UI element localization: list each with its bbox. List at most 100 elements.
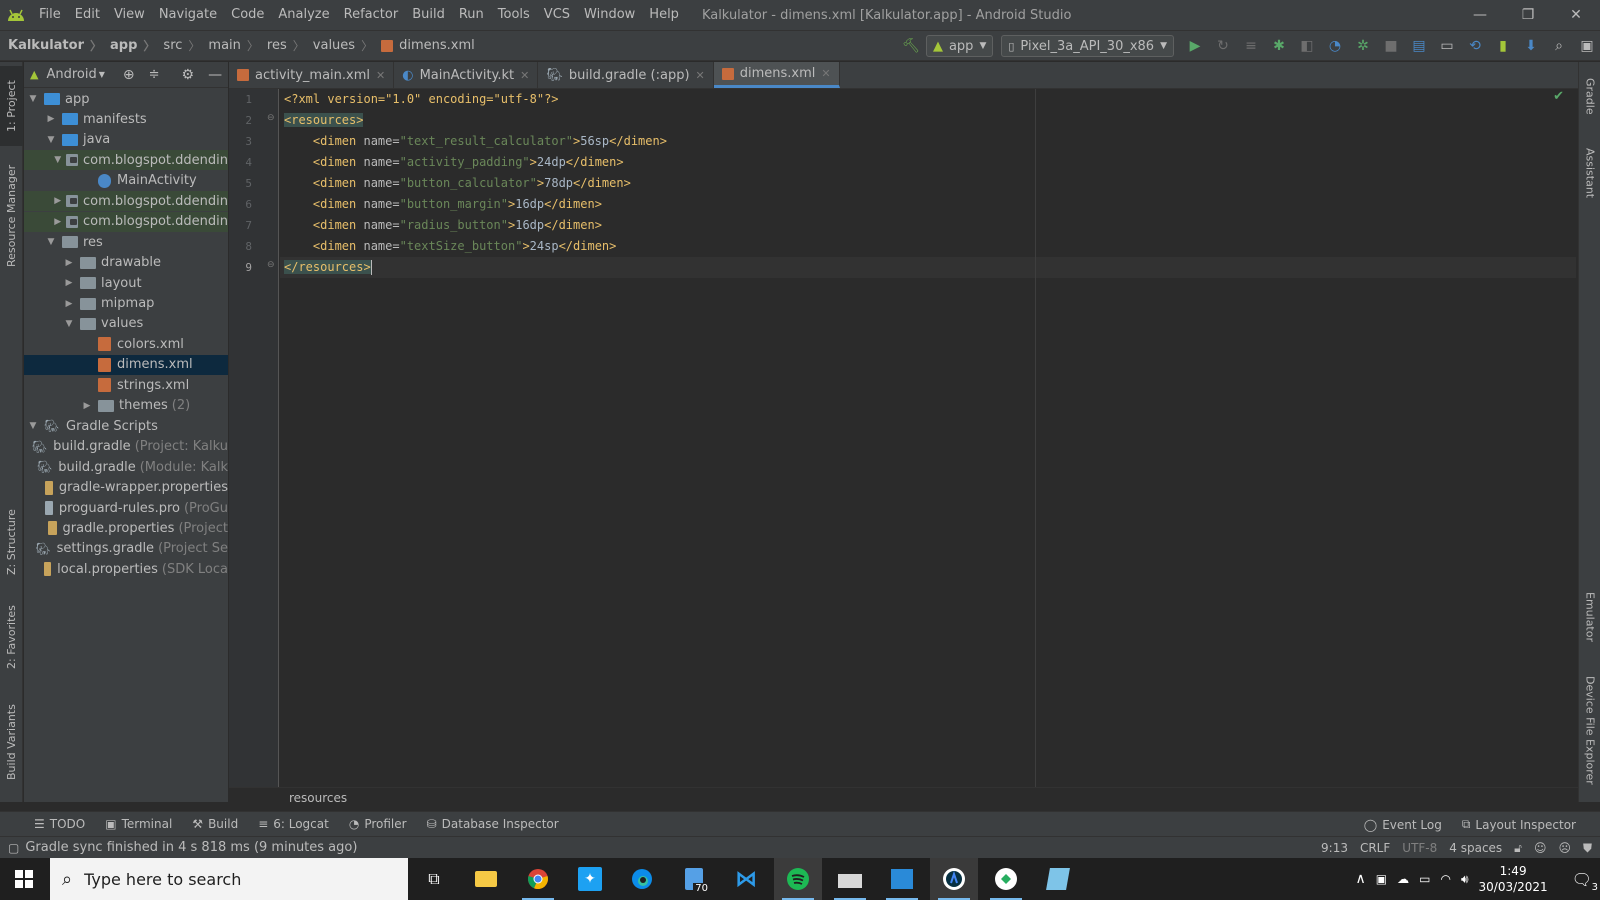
- assistant-tool-tab[interactable]: Assistant: [1579, 138, 1600, 208]
- windows-start-button[interactable]: [0, 858, 48, 900]
- indent-setting[interactable]: 4 spaces: [1449, 841, 1502, 855]
- menu-edit[interactable]: Edit: [68, 0, 107, 30]
- device-select[interactable]: ▯ Pixel_3a_API_30_x86 ▼: [1001, 35, 1174, 57]
- menu-window[interactable]: Window: [577, 0, 642, 30]
- tab-mainactivity-kt[interactable]: ◐ MainActivity.kt ✕: [394, 62, 539, 88]
- tree-item[interactable]: ▼ com.blogspot.ddendin: [24, 150, 228, 171]
- tab-dimens-xml[interactable]: dimens.xml ✕: [713, 62, 840, 88]
- wifi-icon[interactable]: ◠: [1440, 872, 1450, 886]
- resource-manager-tool-tab[interactable]: Resource Manager: [0, 156, 23, 276]
- chevron-right-icon[interactable]: ▶: [62, 299, 76, 309]
- smiley-icon[interactable]: ☺: [1534, 841, 1547, 855]
- run-config-select[interactable]: ▲ app ▼: [925, 35, 994, 57]
- profile-icon[interactable]: ◔: [1322, 33, 1348, 59]
- chevron-down-icon[interactable]: ▼: [26, 421, 40, 431]
- emulator-tool-tab[interactable]: Emulator: [1579, 582, 1600, 652]
- sync-gradle-icon[interactable]: ⟲: [1462, 33, 1488, 59]
- chevron-right-icon[interactable]: ▶: [52, 217, 63, 227]
- event-log-button[interactable]: ◯ Event Log: [1354, 818, 1452, 832]
- tree-item[interactable]: ▶ manifests: [24, 109, 228, 129]
- volume-icon[interactable]: 🔊︎: [1461, 872, 1469, 887]
- taskbar-photos[interactable]: [878, 858, 926, 900]
- breadcrumb-values[interactable]: values 〉: [305, 37, 373, 54]
- tab-activity-main-xml[interactable]: activity_main.xml ✕: [229, 62, 395, 88]
- attach-debugger-icon[interactable]: ✲: [1350, 33, 1376, 59]
- taskbar-files[interactable]: 70: [670, 858, 718, 900]
- menu-analyze[interactable]: Analyze: [271, 0, 336, 30]
- chevron-down-icon[interactable]: ▼: [26, 94, 40, 104]
- close-window-button[interactable]: ✕: [1552, 0, 1600, 30]
- restore-button[interactable]: ❐: [1504, 0, 1552, 30]
- chevron-down-icon[interactable]: ▼: [62, 319, 76, 329]
- chevron-right-icon[interactable]: ▶: [80, 401, 94, 411]
- tree-item[interactable]: proguard-rules.pro (ProGu: [24, 498, 228, 518]
- menu-help[interactable]: Help: [642, 0, 686, 30]
- line-separator[interactable]: CRLF: [1360, 841, 1390, 855]
- chevron-right-icon[interactable]: ▶: [62, 258, 76, 268]
- breadcrumb-src[interactable]: src 〉: [155, 37, 200, 54]
- tree-item[interactable]: ▶ drawable: [24, 253, 228, 273]
- layout-inspector-button[interactable]: ⧉ Layout Inspector: [1452, 817, 1586, 832]
- menu-run[interactable]: Run: [452, 0, 491, 30]
- device-manager-icon[interactable]: ▮: [1490, 33, 1516, 59]
- taskbar-app[interactable]: [982, 858, 1030, 900]
- taskbar-media-app[interactable]: [826, 858, 874, 900]
- status-message[interactable]: Gradle sync finished in 4 s 818 ms (9 mi…: [25, 840, 357, 855]
- menu-refactor[interactable]: Refactor: [337, 0, 406, 30]
- tree-item[interactable]: colors.xml: [24, 334, 228, 354]
- breadcrumb-app[interactable]: app 〉: [102, 37, 155, 54]
- breadcrumb-project[interactable]: Kalkulator 〉: [0, 37, 102, 54]
- debug-icon[interactable]: ✱: [1266, 33, 1292, 59]
- onedrive-cloud-icon[interactable]: ☁: [1397, 872, 1409, 886]
- menu-tools[interactable]: Tools: [491, 0, 537, 30]
- project-structure-icon[interactable]: ▤: [1406, 33, 1432, 59]
- structure-tool-tab[interactable]: Z: Structure: [0, 502, 23, 582]
- tree-item[interactable]: ▶ com.blogspot.ddendin: [24, 191, 228, 212]
- minimize-button[interactable]: —: [1456, 0, 1504, 30]
- make-project-hammer-icon[interactable]: 🔨︎: [898, 33, 924, 59]
- build-variants-tool-tab[interactable]: Build Variants: [0, 697, 23, 787]
- taskbar-edge[interactable]: [618, 858, 666, 900]
- status-toggle-icon[interactable]: ▢: [8, 841, 19, 855]
- close-tab-icon[interactable]: ✕: [696, 69, 705, 82]
- tree-item[interactable]: strings.xml: [24, 375, 228, 395]
- profiler-tool-button[interactable]: ◔ Profiler: [339, 817, 417, 831]
- menu-view[interactable]: View: [107, 0, 152, 30]
- battery-icon[interactable]: ▭: [1419, 872, 1430, 886]
- collapse-all-icon[interactable]: ≑: [149, 67, 160, 82]
- run-icon[interactable]: ▶: [1182, 33, 1208, 59]
- tree-item[interactable]: ▶ com.blogspot.ddendin: [24, 211, 228, 232]
- user-avatar-icon[interactable]: ▣: [1574, 33, 1600, 59]
- chevron-up-icon[interactable]: ∧: [1356, 871, 1366, 887]
- logcat-tool-button[interactable]: ≡ 6: Logcat: [248, 817, 339, 831]
- fold-icon[interactable]: ⊖: [267, 113, 275, 123]
- lock-icon[interactable]: 🔓︎: [1514, 841, 1522, 856]
- caret-position[interactable]: 9:13: [1321, 841, 1348, 855]
- device-file-explorer-tool-tab[interactable]: Device File Explorer: [1579, 670, 1600, 790]
- sdk-manager-icon[interactable]: ⬇: [1518, 33, 1544, 59]
- gradle-tool-tab[interactable]: Gradle: [1579, 66, 1600, 126]
- chevron-down-icon[interactable]: ▼: [52, 155, 63, 165]
- breadcrumb-main[interactable]: main 〉: [200, 37, 259, 54]
- chevron-right-icon[interactable]: ▶: [52, 196, 63, 206]
- tree-item[interactable]: ▼ values: [24, 314, 228, 334]
- tree-item[interactable]: ▶ mipmap: [24, 294, 228, 314]
- menu-file[interactable]: File: [32, 0, 68, 30]
- terminal-tool-button[interactable]: ▣ Terminal: [95, 817, 182, 831]
- menu-vcs[interactable]: VCS: [537, 0, 577, 30]
- chevron-down-icon[interactable]: ▼: [44, 135, 58, 145]
- taskbar-android-studio[interactable]: [930, 858, 978, 900]
- hide-panel-icon[interactable]: —: [208, 67, 222, 83]
- tree-item[interactable]: ▼ res: [24, 232, 228, 252]
- menu-build[interactable]: Build: [405, 0, 452, 30]
- notifications-icon[interactable]: 🗨︎ 3: [1572, 870, 1598, 893]
- memory-indicator-icon[interactable]: ⛊: [1583, 841, 1592, 856]
- taskbar-vscode[interactable]: ⋈: [722, 858, 770, 900]
- close-tab-icon[interactable]: ✕: [520, 69, 529, 82]
- meet-now-icon[interactable]: ▣: [1376, 872, 1387, 886]
- tree-item[interactable]: 🐘︎ build.gradle (Module: Kalk: [24, 457, 228, 477]
- taskbar-notepad[interactable]: [1034, 858, 1082, 900]
- tree-item[interactable]: gradle.properties (Project: [24, 518, 228, 538]
- file-encoding[interactable]: UTF-8: [1402, 841, 1437, 855]
- todo-tool-button[interactable]: ☰ TODO: [24, 817, 95, 831]
